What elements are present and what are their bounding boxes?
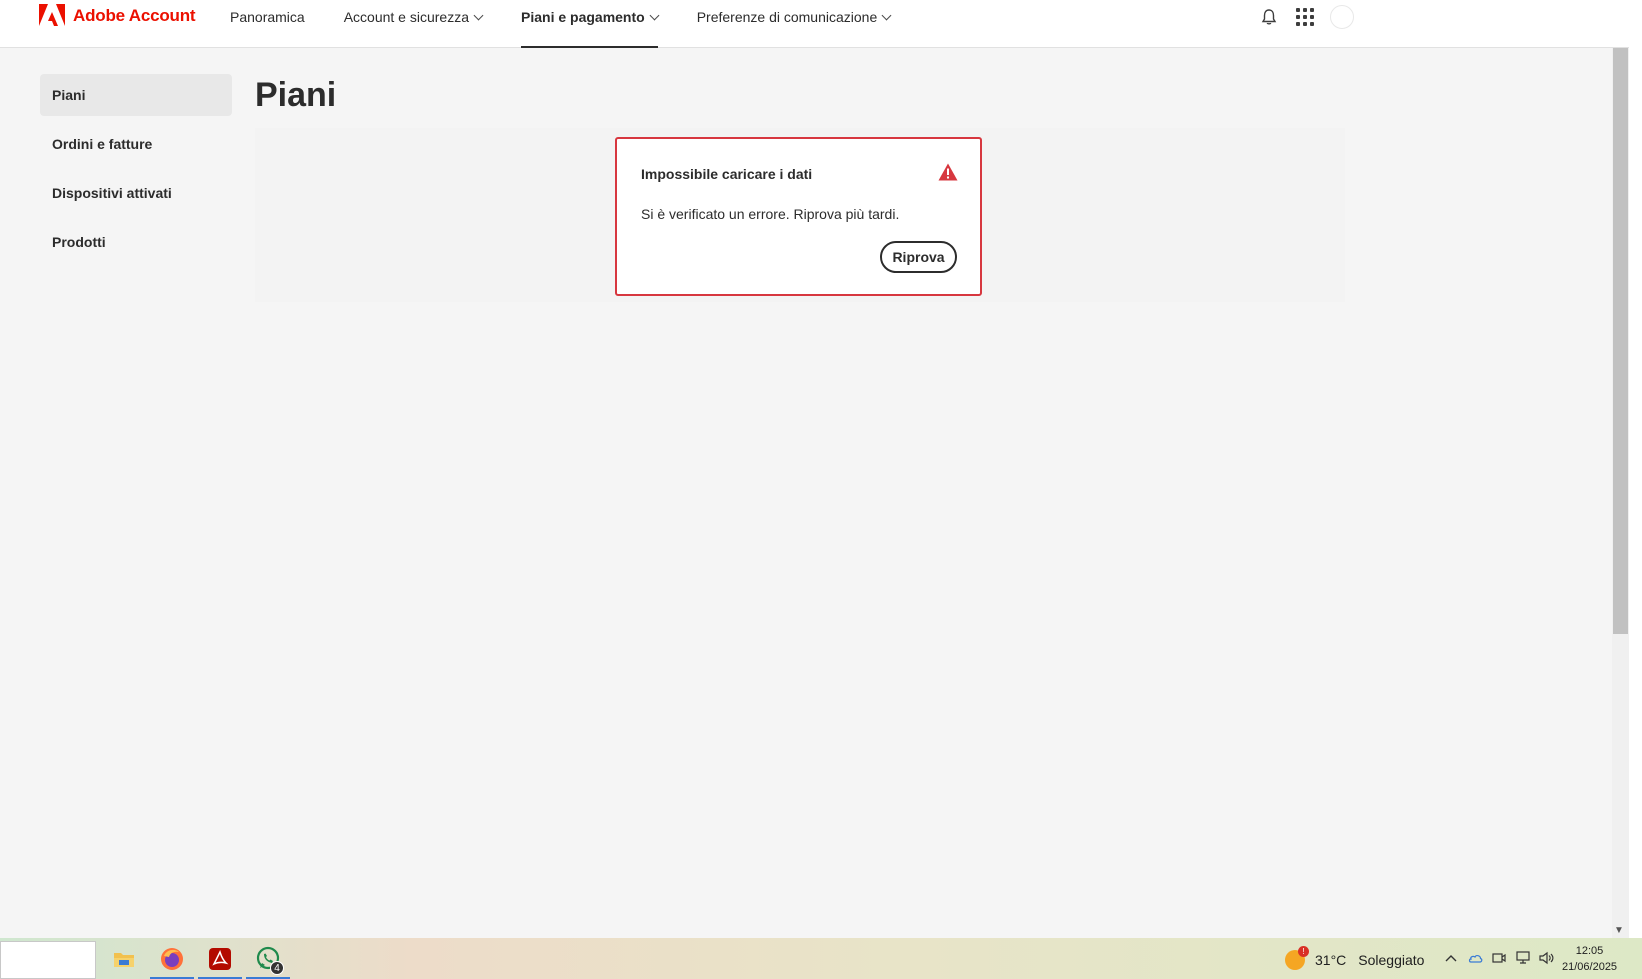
onedrive-cloud-icon[interactable] — [1466, 949, 1484, 967]
weather-alert-badge: ! — [1298, 946, 1309, 957]
nav-preferenze-comunicazione[interactable]: Preferenze di comunicazione — [696, 0, 892, 48]
meet-now-icon[interactable] — [1490, 949, 1508, 967]
scrollbar-thumb[interactable] — [1613, 48, 1628, 634]
retry-button[interactable]: Riprova — [880, 241, 957, 273]
nav-label: Account e sicurezza — [343, 9, 469, 25]
sidebar-item-label: Dispositivi attivati — [52, 185, 172, 201]
chevron-down-icon — [473, 10, 484, 21]
sun-icon: ! — [1285, 946, 1309, 970]
whatsapp-icon[interactable]: 4 — [244, 939, 292, 979]
chevron-down-icon — [649, 10, 660, 21]
weather-widget[interactable]: ! 31°C Soleggiato — [1285, 946, 1425, 970]
chevron-down-icon — [881, 10, 892, 21]
clock-time: 12:05 — [1575, 945, 1604, 957]
nav-account-sicurezza[interactable]: Account e sicurezza — [343, 0, 484, 48]
network-icon[interactable] — [1514, 949, 1532, 967]
bell-icon[interactable] — [1258, 6, 1280, 28]
file-explorer-icon[interactable] — [100, 939, 148, 979]
sidebar-item-label: Ordini e fatture — [52, 136, 153, 152]
main-nav: Panoramica Account e sicurezza Piani e p… — [230, 0, 929, 48]
avatar[interactable] — [1330, 5, 1354, 29]
nav-label: Panoramica — [230, 9, 305, 25]
taskbar: 4 ! 31°C Soleggiato 12:05 21/06/2025 — [0, 938, 1642, 979]
sidebar-item-ordini-fatture[interactable]: Ordini e fatture — [40, 123, 232, 165]
warning-icon — [938, 163, 958, 181]
weather-temp: 31°C — [1315, 952, 1347, 968]
weather-condition: Soleggiato — [1358, 952, 1425, 968]
sidebar-item-dispositivi[interactable]: Dispositivi attivati — [40, 172, 232, 214]
sidebar: Piani Ordini e fatture Dispositivi attiv… — [40, 74, 232, 270]
chevron-up-icon[interactable] — [1442, 949, 1460, 967]
taskbar-search-box[interactable] — [0, 941, 96, 979]
sidebar-item-label: Prodotti — [52, 234, 106, 250]
alert-message: Si è verificato un errore. Riprova più t… — [641, 206, 900, 222]
firefox-icon[interactable] — [148, 939, 196, 979]
adobe-account-brand[interactable]: Adobe Account — [39, 4, 196, 28]
clock-date: 21/06/2025 — [1562, 961, 1618, 973]
sidebar-item-prodotti[interactable]: Prodotti — [40, 221, 232, 263]
adobe-logo-icon — [39, 4, 65, 26]
error-alert: Impossibile caricare i dati Si è verific… — [615, 137, 982, 296]
system-tray — [1442, 949, 1562, 967]
whatsapp-badge: 4 — [270, 961, 284, 975]
top-header: Adobe Account Panoramica Account e sicur… — [0, 0, 1630, 48]
nav-label: Piani e pagamento — [521, 9, 645, 25]
window-edge — [1629, 0, 1642, 938]
volume-icon[interactable] — [1538, 949, 1556, 967]
nav-piani-pagamento[interactable]: Piani e pagamento — [521, 0, 660, 48]
brand-name: Adobe Account — [73, 6, 196, 25]
alert-title: Impossibile caricare i dati — [641, 166, 813, 182]
acrobat-icon[interactable] — [196, 939, 244, 979]
nav-label: Preferenze di comunicazione — [696, 9, 878, 25]
sidebar-item-label: Piani — [52, 87, 86, 103]
header-actions — [1258, 5, 1354, 29]
sidebar-item-piani[interactable]: Piani — [40, 74, 232, 116]
system-clock[interactable]: 12:05 21/06/2025 — [1562, 943, 1617, 975]
nav-panoramica[interactable]: Panoramica — [230, 0, 305, 48]
apps-grid-icon[interactable] — [1294, 6, 1316, 28]
scroll-down-icon[interactable]: ▼ — [1614, 925, 1624, 936]
page-title: Piani — [255, 76, 337, 114]
